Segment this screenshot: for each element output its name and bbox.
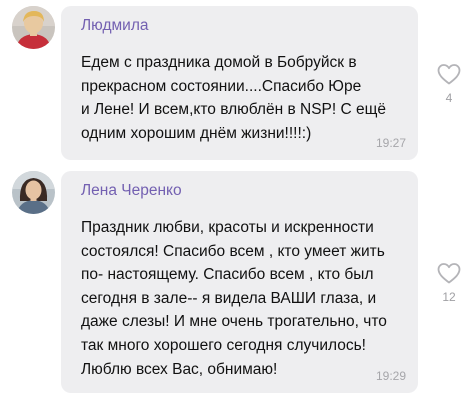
heart-outline-icon bbox=[437, 64, 461, 85]
like-button[interactable]: 12 bbox=[435, 261, 463, 304]
like-button[interactable]: 4 bbox=[435, 62, 463, 105]
comment-bubble: Людмила Едем с праздника домой в Бобруйс… bbox=[61, 6, 418, 160]
user-photo-icon bbox=[12, 6, 55, 49]
like-count: 4 bbox=[445, 91, 453, 105]
comment-author[interactable]: Лена Черенко bbox=[81, 181, 400, 201]
like-count: 12 bbox=[442, 290, 456, 304]
comment-author[interactable]: Людмила bbox=[81, 16, 400, 36]
heart-outline-icon bbox=[437, 263, 461, 284]
comment-text: Праздник любви, красоты и искренности со… bbox=[81, 219, 387, 378]
avatar[interactable] bbox=[12, 171, 55, 214]
user-photo-icon bbox=[12, 171, 55, 214]
avatar[interactable] bbox=[12, 6, 55, 49]
comment-time: 19:27 bbox=[375, 136, 406, 150]
comment-time: 19:29 bbox=[375, 369, 406, 383]
comment-bubble: Лена Черенко Праздник любви, красоты и и… bbox=[61, 171, 418, 393]
comment-text: Едем с праздника домой в Бобруйск в прек… bbox=[81, 54, 386, 142]
